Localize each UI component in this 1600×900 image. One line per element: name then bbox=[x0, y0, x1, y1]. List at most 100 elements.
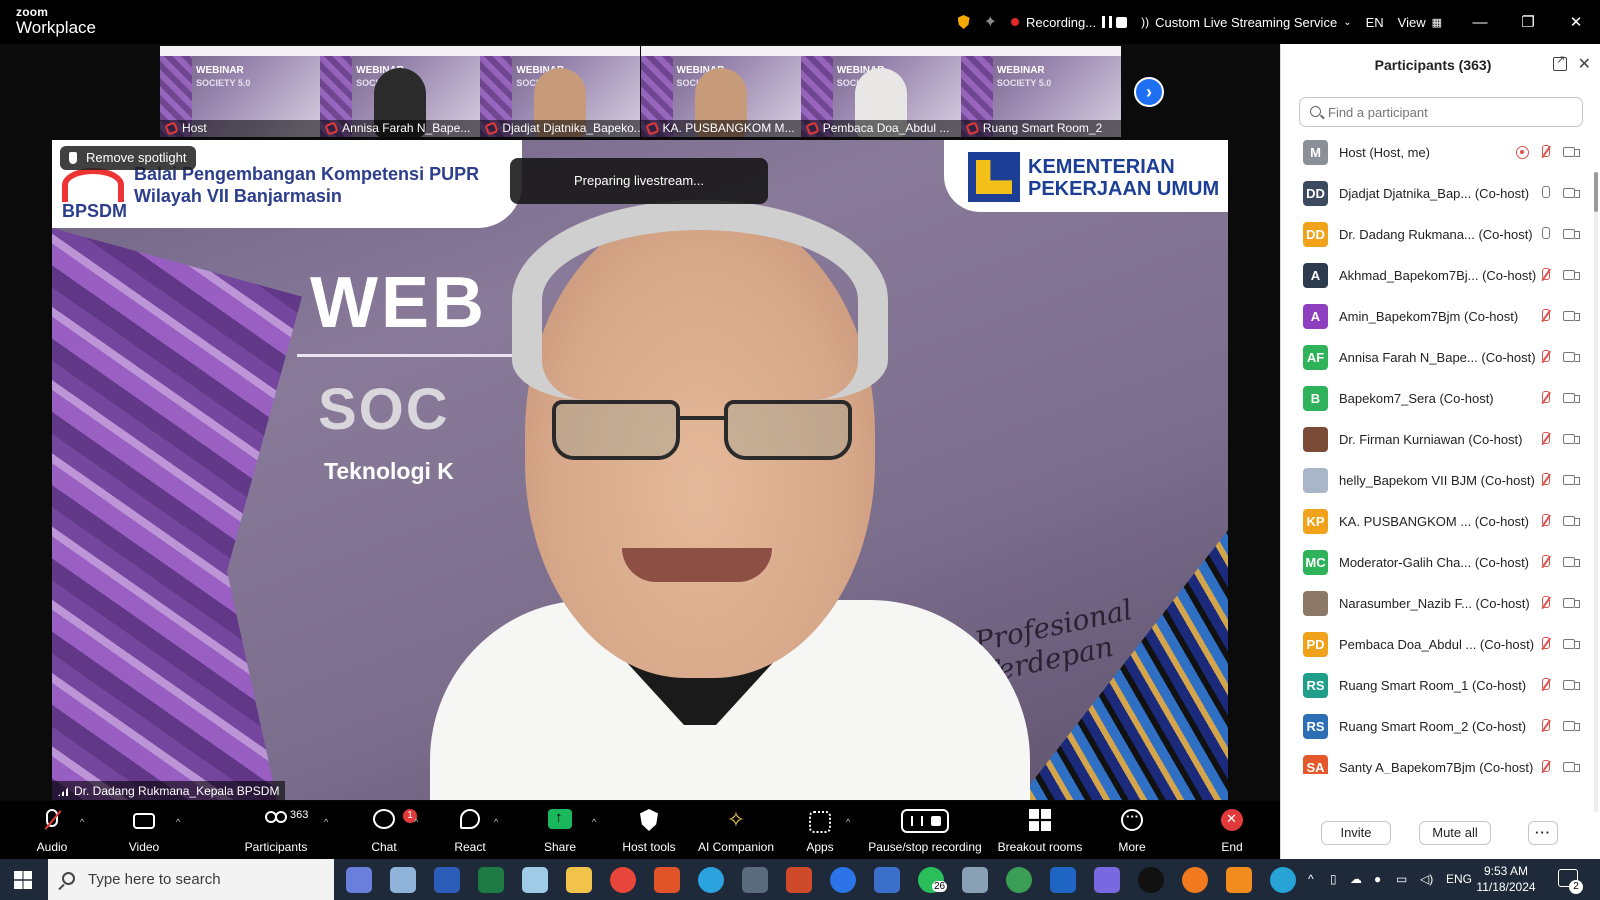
close-window-icon[interactable]: ✕ bbox=[1552, 13, 1600, 31]
audio-button[interactable]: Audio bbox=[22, 801, 82, 859]
camera-icon[interactable] bbox=[1563, 270, 1580, 280]
snipping-app-icon[interactable] bbox=[522, 867, 548, 893]
live-stream-menu[interactable]: )) Custom Live Streaming Service ⌄ bbox=[1141, 15, 1351, 30]
powerpoint-app-icon[interactable] bbox=[786, 867, 812, 893]
pdf-app-icon[interactable] bbox=[654, 867, 680, 893]
view-menu[interactable]: View ▦ bbox=[1398, 15, 1442, 30]
word-app-icon[interactable] bbox=[434, 867, 460, 893]
remove-spotlight-button[interactable]: Remove spotlight bbox=[60, 146, 197, 170]
participant-row[interactable]: RS Ruang Smart Room_2 (Co-host) bbox=[1281, 706, 1591, 747]
end-meeting-button[interactable]: End bbox=[1202, 801, 1262, 859]
participant-thumbnail[interactable]: WEBINAR SOCIETY 5.0 Ruang Smart Room_2 bbox=[960, 46, 1121, 137]
camera-icon[interactable] bbox=[1563, 516, 1580, 526]
language-button[interactable]: EN bbox=[1366, 15, 1384, 30]
camera-icon[interactable] bbox=[1563, 557, 1580, 567]
camera-icon[interactable] bbox=[1563, 229, 1580, 239]
chat-button[interactable]: 1 Chat bbox=[354, 801, 417, 859]
invite-button[interactable]: Invite bbox=[1321, 821, 1391, 845]
camera-icon[interactable] bbox=[1563, 475, 1580, 485]
camera-icon[interactable] bbox=[1563, 721, 1580, 731]
minimize-icon[interactable]: — bbox=[1456, 14, 1504, 31]
participant-thumbnail[interactable]: WEBINARSOCIETY 5.0Annisa Farah N_Bape... bbox=[320, 46, 481, 137]
file-explorer-icon[interactable] bbox=[566, 867, 592, 893]
network-icon[interactable]: ▭ bbox=[1396, 859, 1407, 900]
tray-chevron-icon[interactable]: ^ bbox=[1308, 859, 1314, 900]
react-caret-icon[interactable]: ^ bbox=[494, 817, 498, 827]
paint-app-icon[interactable] bbox=[390, 867, 416, 893]
mic-muted-icon[interactable] bbox=[1539, 718, 1551, 734]
participant-row[interactable]: helly_Bapekom VII BJM (Co-host) bbox=[1281, 460, 1591, 501]
share-caret-icon[interactable]: ^ bbox=[592, 817, 596, 827]
whatsapp-app-icon[interactable]: 26 bbox=[918, 867, 948, 893]
recording-status[interactable]: Recording... bbox=[1011, 15, 1128, 30]
pause-stop-recording-button[interactable]: Pause/stop recording bbox=[866, 801, 984, 859]
participant-row[interactable]: DD Dr. Dadang Rukmana... (Co-host) bbox=[1281, 214, 1591, 255]
main-video-spotlight[interactable]: WEB SOC Teknologi K Profesional Terdepan… bbox=[52, 140, 1228, 800]
mic-icon[interactable] bbox=[1539, 226, 1551, 242]
mic-muted-icon[interactable] bbox=[1539, 144, 1551, 160]
participant-thumbnail[interactable]: WEBINAR SOCIETY 5.0 Host bbox=[160, 46, 320, 137]
mic-muted-icon[interactable] bbox=[1539, 595, 1551, 611]
windows-start-icon[interactable] bbox=[14, 871, 32, 889]
ai-sparkle-icon[interactable]: ✦ bbox=[984, 12, 997, 32]
mic-muted-icon[interactable] bbox=[1539, 472, 1551, 488]
mic-muted-icon[interactable] bbox=[1539, 308, 1551, 324]
host-tools-button[interactable]: Host tools bbox=[612, 801, 686, 859]
calculator-app-icon[interactable] bbox=[742, 867, 768, 893]
share-button[interactable]: Share bbox=[530, 801, 590, 859]
apps-button[interactable]: Apps bbox=[790, 801, 850, 859]
participant-row[interactable]: B Bapekom7_Sera (Co-host) bbox=[1281, 378, 1591, 419]
taskbar-search-box[interactable]: Type here to search bbox=[48, 859, 334, 900]
mic-muted-icon[interactable] bbox=[1539, 267, 1551, 283]
firefox-app-icon[interactable] bbox=[1182, 867, 1208, 893]
mic-muted-icon[interactable] bbox=[1539, 390, 1551, 406]
tray-mic-icon[interactable]: ● bbox=[1374, 859, 1381, 900]
participant-row[interactable]: M Host (Host, me) bbox=[1281, 132, 1591, 173]
vlc-app-icon[interactable] bbox=[1226, 867, 1252, 893]
mic-muted-icon[interactable] bbox=[1539, 677, 1551, 693]
restore-icon[interactable]: ❐ bbox=[1504, 13, 1552, 31]
chrome-app-icon[interactable] bbox=[610, 867, 636, 893]
participant-row[interactable]: AF Annisa Farah N_Bape... (Co-host) bbox=[1281, 337, 1591, 378]
participant-thumbnail[interactable]: WEBINARSOCIETY 5.0KA. PUSBANGKOM M... bbox=[640, 46, 801, 137]
audio-options-caret-icon[interactable]: ^ bbox=[80, 817, 84, 827]
camera-icon[interactable] bbox=[1563, 188, 1580, 198]
mic-muted-icon[interactable] bbox=[1539, 431, 1551, 447]
participants-caret-icon[interactable]: ^ bbox=[324, 817, 328, 827]
participant-row[interactable]: PD Pembaca Doa_Abdul ... (Co-host) bbox=[1281, 624, 1591, 665]
tray-language[interactable]: ENG bbox=[1446, 859, 1472, 900]
participant-row[interactable]: DD Djadjat Djatnika_Bap... (Co-host) bbox=[1281, 173, 1591, 214]
camera-icon[interactable] bbox=[1563, 311, 1580, 321]
participant-thumbnail[interactable]: WEBINARSOCIETY 5.0Djadjat Djatnika_Bapek… bbox=[480, 46, 641, 137]
tray-device-icon[interactable]: ▯ bbox=[1330, 859, 1337, 900]
mic-muted-icon[interactable] bbox=[1539, 759, 1551, 774]
tiktok-app-icon[interactable] bbox=[1138, 867, 1164, 893]
participant-row[interactable]: MC Moderator-Galih Cha... (Co-host) bbox=[1281, 542, 1591, 583]
zoom-app-icon[interactable] bbox=[830, 867, 856, 893]
onedrive-icon[interactable]: ☁ bbox=[1350, 859, 1362, 900]
copilot-alt-icon[interactable] bbox=[1094, 867, 1120, 893]
participant-row[interactable]: SA Santy A_Bapekom7Bjm (Co-host) bbox=[1281, 747, 1591, 774]
security-shield-icon[interactable] bbox=[957, 15, 970, 29]
close-panel-icon[interactable]: ✕ bbox=[1578, 54, 1591, 74]
mic-muted-icon[interactable] bbox=[1539, 513, 1551, 529]
document-app-icon[interactable] bbox=[874, 867, 900, 893]
popout-icon[interactable] bbox=[1553, 53, 1567, 71]
camera-icon[interactable] bbox=[1563, 680, 1580, 690]
telegram-app-icon[interactable] bbox=[698, 867, 724, 893]
ai-companion-button[interactable]: ✧ AI Companion bbox=[692, 801, 780, 859]
copilot-app-icon[interactable] bbox=[346, 867, 372, 893]
video-button[interactable]: Video bbox=[114, 801, 174, 859]
find-participant-input[interactable] bbox=[1299, 97, 1583, 127]
participants-more-button[interactable]: ··· bbox=[1528, 821, 1558, 845]
camera-icon[interactable] bbox=[1563, 352, 1580, 362]
participant-row[interactable]: A Amin_Bapekom7Bjm (Co-host) bbox=[1281, 296, 1591, 337]
mic-icon[interactable] bbox=[1539, 185, 1551, 201]
outlook-app-icon[interactable] bbox=[1050, 867, 1076, 893]
mic-muted-icon[interactable] bbox=[1539, 636, 1551, 652]
chrome-profile-icon[interactable] bbox=[1006, 867, 1032, 893]
camera-icon[interactable] bbox=[1563, 639, 1580, 649]
more-button[interactable]: More bbox=[1102, 801, 1162, 859]
taskbar-clock[interactable]: 9:53 AM 11/18/2024 bbox=[1474, 863, 1538, 895]
participant-row[interactable]: KP KA. PUSBANGKOM ... (Co-host) bbox=[1281, 501, 1591, 542]
